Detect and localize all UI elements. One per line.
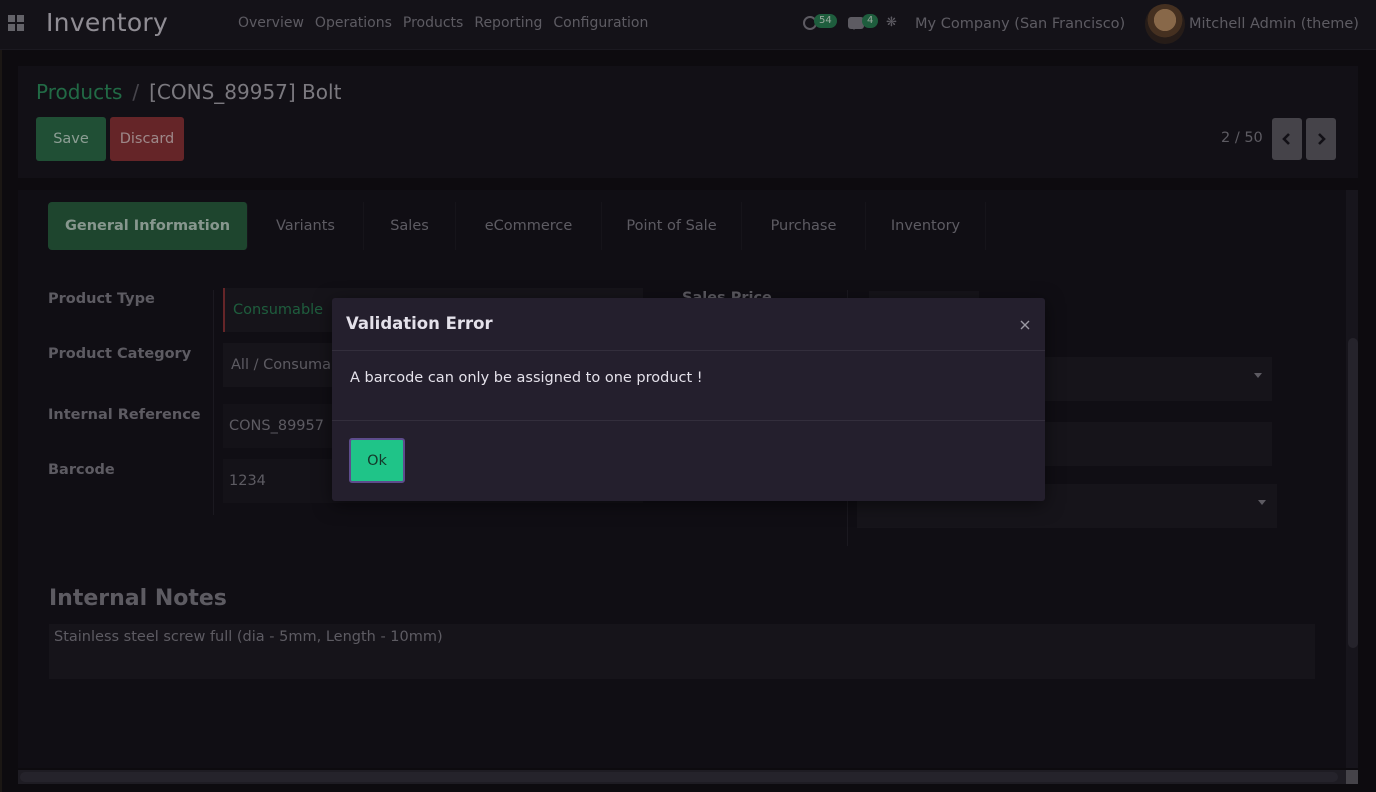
close-icon[interactable] bbox=[1019, 316, 1031, 330]
validation-error-dialog: Validation Error A barcode can only be a… bbox=[332, 298, 1045, 501]
dialog-footer-divider bbox=[332, 420, 1045, 421]
dialog-header: Validation Error bbox=[332, 298, 1045, 351]
ok-button[interactable]: Ok bbox=[349, 438, 405, 483]
dialog-message: A barcode can only be assigned to one pr… bbox=[350, 370, 703, 386]
dialog-title: Validation Error bbox=[346, 314, 493, 333]
